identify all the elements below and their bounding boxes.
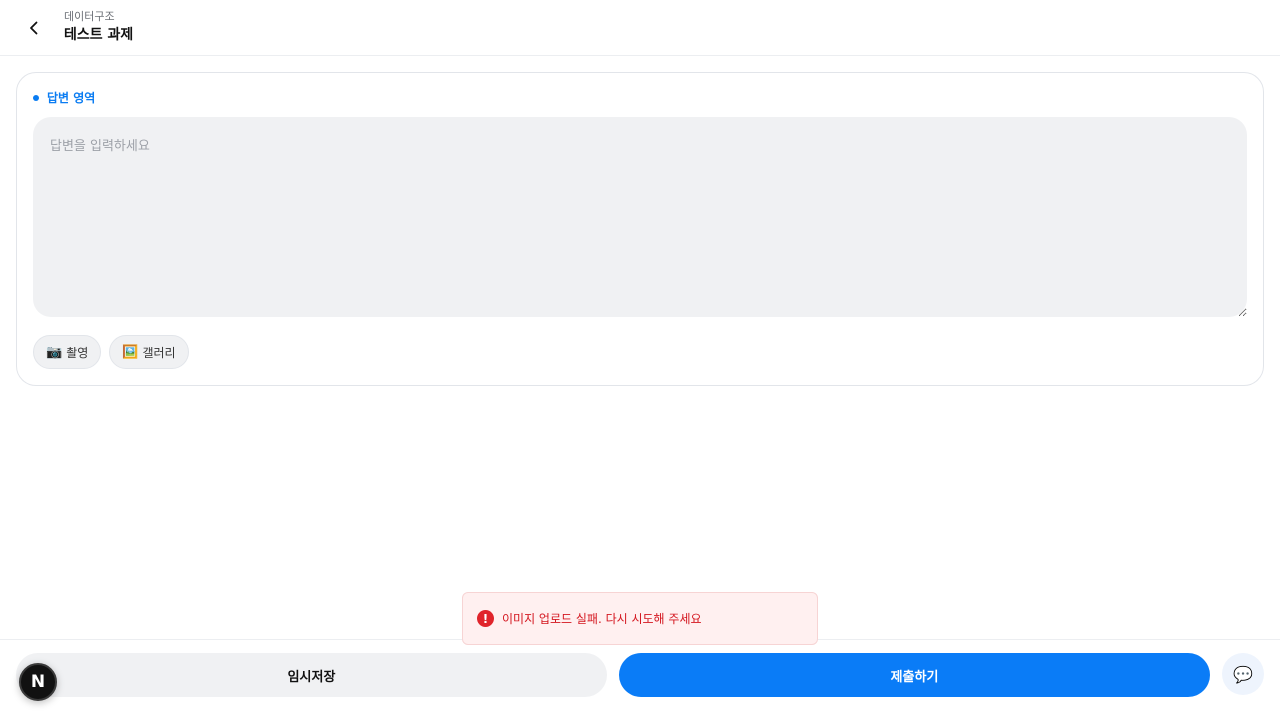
course-name: 데이터구조 [64,10,115,23]
camera-button-label: 촬영 [66,345,89,360]
attach-buttons: 📷 촬영 🖼️ 갤러리 [33,335,189,369]
answer-textarea[interactable] [33,117,1247,317]
page: 데이터구조 테스트 과제 답변 영역 📷 촬영 🖼️ 갤러리 ! 이미지 업로드… [0,0,1280,720]
answer-section-title: 답변 영역 [47,91,96,105]
error-toast-message: 이미지 업로드 실패. 다시 시도해 주세요 [502,612,702,626]
bottom-action-bar: 임시저장 제출하기 💬 [0,639,1280,720]
bullet-dot-icon [33,94,39,101]
page-title: 테스트 과제 [64,27,134,43]
gallery-button-label: 갤러리 [142,345,176,360]
gallery-button[interactable]: 🖼️ 갤러리 [109,335,189,369]
answer-card: 답변 영역 📷 촬영 🖼️ 갤러리 [16,72,1264,386]
answer-section-label: 답변 영역 [33,89,95,106]
camera-icon: 📷 [46,344,63,359]
chevron-left-icon [30,21,38,35]
gallery-icon: 🖼️ [122,344,139,359]
error-toast: ! 이미지 업로드 실패. 다시 시도해 주세요 [462,592,818,645]
chat-button[interactable]: 💬 [1222,653,1264,695]
camera-button[interactable]: 📷 촬영 [33,335,102,369]
chat-bubble-icon: 💬 [1233,664,1253,684]
back-button[interactable] [20,14,48,42]
save-draft-button[interactable]: 임시저장 [16,653,607,697]
error-icon: ! [477,610,494,627]
header: 데이터구조 테스트 과제 [0,0,1280,56]
submit-button[interactable]: 제출하기 [619,653,1210,697]
dev-tools-badge[interactable]: N [19,663,57,701]
